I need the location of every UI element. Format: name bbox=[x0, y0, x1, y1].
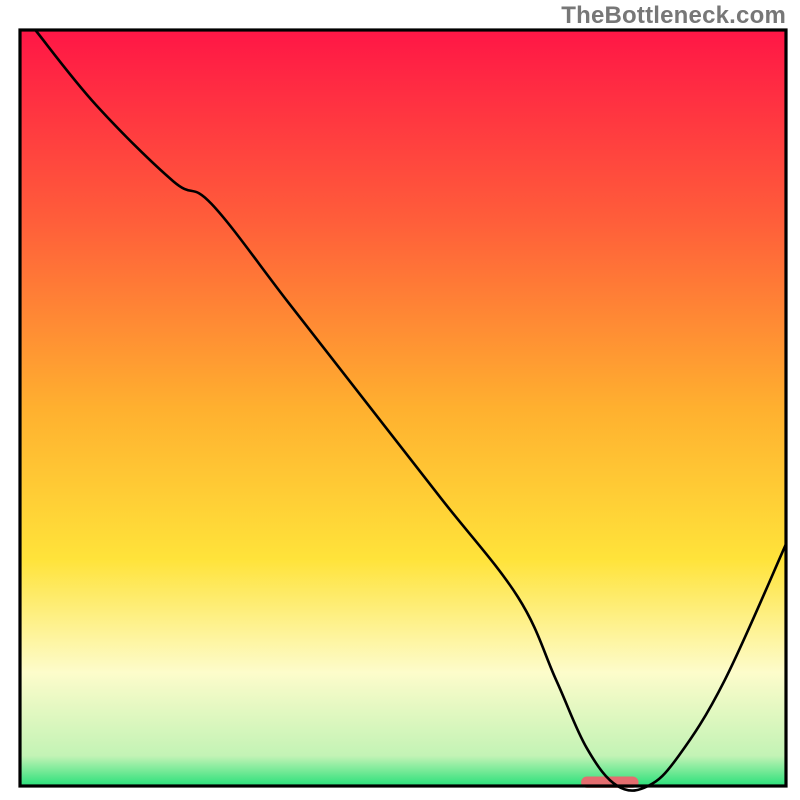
chart-svg bbox=[0, 0, 800, 800]
watermark-text: TheBottleneck.com bbox=[561, 2, 786, 30]
plot-background bbox=[20, 30, 786, 786]
chart-container: TheBottleneck.com bbox=[0, 0, 800, 800]
